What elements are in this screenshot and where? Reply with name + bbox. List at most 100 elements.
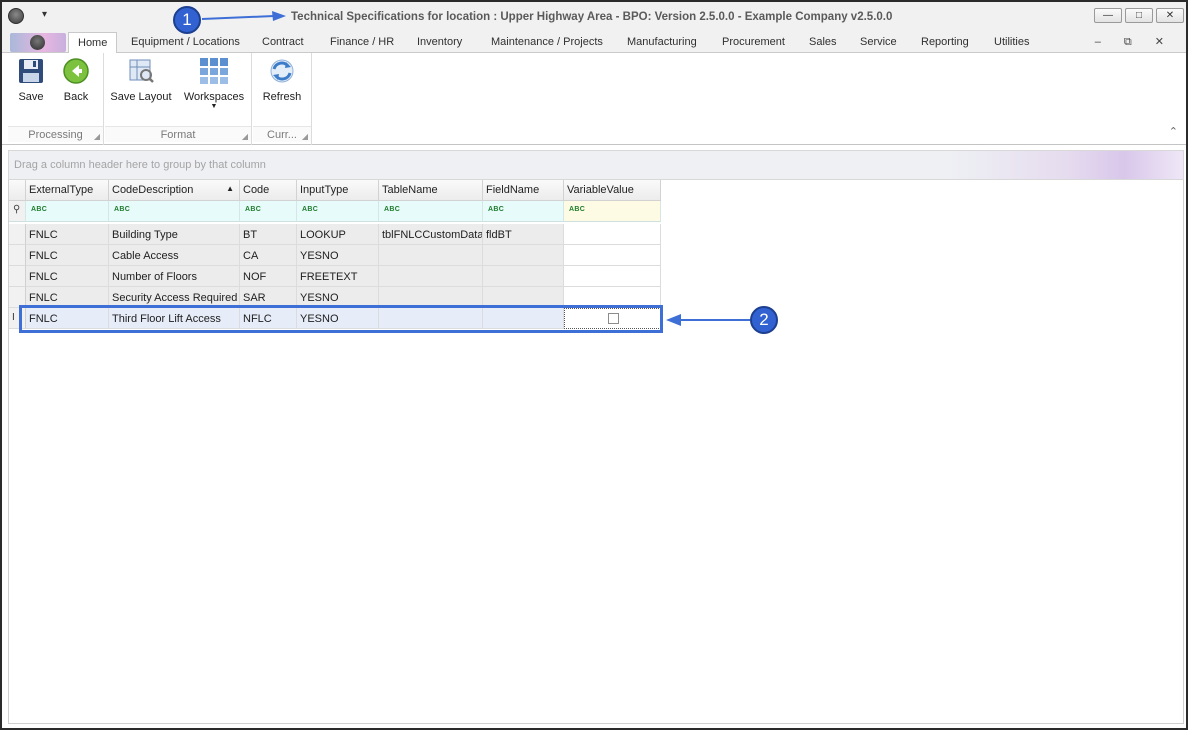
- filter-cell-inputtype[interactable]: ABC: [297, 201, 379, 222]
- save-layout-icon: [129, 59, 154, 83]
- cell-externaltype[interactable]: FNLC: [26, 266, 109, 287]
- cell-code[interactable]: BT: [240, 224, 297, 245]
- cell-code[interactable]: CA: [240, 245, 297, 266]
- tab-sales[interactable]: Sales: [809, 36, 837, 48]
- filter-cell-codedescription[interactable]: ABC: [109, 201, 240, 222]
- close-button[interactable]: ✕: [1156, 8, 1184, 23]
- back-button-label: Back: [63, 91, 89, 103]
- tab-procurement[interactable]: Procurement: [722, 36, 785, 48]
- ribbon-group-label-format: Format: [105, 126, 251, 142]
- filter-row-indicator: ⚲: [9, 201, 26, 222]
- cell-tablename[interactable]: [379, 245, 483, 266]
- back-icon: [63, 58, 89, 84]
- mdi-window-controls[interactable]: – ⧉ ✕: [1095, 35, 1174, 49]
- cell-externaltype[interactable]: FNLC: [26, 224, 109, 245]
- dialog-launcher-icon[interactable]: ◢: [94, 132, 100, 141]
- refresh-icon: [270, 59, 294, 83]
- dialog-launcher-icon[interactable]: ◢: [242, 132, 248, 141]
- cell-fieldname[interactable]: fldBT: [483, 224, 564, 245]
- ribbon-group-label-processing: Processing: [8, 126, 103, 142]
- window-title: Technical Specifications for location : …: [291, 11, 893, 23]
- save-layout-button[interactable]: Save Layout: [109, 57, 173, 103]
- cell-fieldname[interactable]: [483, 245, 564, 266]
- filter-pin-icon: ⚲: [13, 204, 21, 215]
- column-header-fieldname[interactable]: FieldName: [483, 180, 564, 201]
- filter-text-icon: ABC: [569, 206, 586, 213]
- ribbon-group-current: Refresh Curr... ◢: [253, 53, 312, 145]
- column-header-label: CodeDescription: [112, 184, 194, 196]
- filter-text-icon: ABC: [114, 206, 131, 213]
- filter-cell-fieldname[interactable]: ABC: [483, 201, 564, 222]
- app-logo-icon: [30, 35, 45, 50]
- ribbon-group-format: Save Layout Workspaces ▼ Format ◢: [105, 53, 252, 145]
- filter-text-icon: ABC: [245, 206, 262, 213]
- application-menu-button[interactable]: [10, 33, 66, 52]
- row-indicator[interactable]: [9, 245, 26, 266]
- column-header-codedescription[interactable]: CodeDescription ▲: [109, 180, 240, 201]
- table-row[interactable]: FNLC Number of Floors NOF FREETEXT: [9, 266, 661, 287]
- filter-cell-code[interactable]: ABC: [240, 201, 297, 222]
- annotation-highlight-box: [19, 305, 663, 333]
- tab-reporting[interactable]: Reporting: [921, 36, 969, 48]
- tab-utilities[interactable]: Utilities: [994, 36, 1029, 48]
- app-logo-icon[interactable]: [8, 8, 24, 24]
- refresh-button-label: Refresh: [262, 91, 302, 103]
- annotation-callout-1: 1: [173, 6, 201, 34]
- app-window: ▾ Technical Specifications for location …: [0, 0, 1188, 730]
- back-button[interactable]: Back: [58, 57, 94, 103]
- row-indicator[interactable]: [9, 266, 26, 287]
- dropdown-arrow-icon: ▼: [210, 103, 218, 110]
- filter-text-icon: ABC: [302, 206, 319, 213]
- tab-manufacturing[interactable]: Manufacturing: [627, 36, 697, 48]
- filter-cell-tablename[interactable]: ABC: [379, 201, 483, 222]
- minimize-button[interactable]: —: [1094, 8, 1122, 23]
- ribbon-tab-row: Home Equipment / Locations Contract Fina…: [2, 32, 1186, 54]
- save-icon: [19, 59, 43, 83]
- cell-inputtype[interactable]: FREETEXT: [297, 266, 379, 287]
- filter-text-icon: ABC: [488, 206, 505, 213]
- cell-codedescription[interactable]: Number of Floors: [109, 266, 240, 287]
- cell-fieldname[interactable]: [483, 266, 564, 287]
- filter-cell-variablevalue[interactable]: ABC: [564, 201, 661, 222]
- cell-variablevalue[interactable]: [564, 266, 661, 287]
- column-header-variablevalue[interactable]: VariableValue: [564, 180, 661, 201]
- cell-inputtype[interactable]: YESNO: [297, 245, 379, 266]
- cell-tablename[interactable]: [379, 266, 483, 287]
- filter-cell-externaltype[interactable]: ABC: [26, 201, 109, 222]
- save-button-label: Save: [18, 91, 44, 103]
- save-layout-button-label: Save Layout: [110, 91, 172, 103]
- collapse-ribbon-icon[interactable]: ⌃: [1169, 125, 1178, 138]
- table-row[interactable]: FNLC Building Type BT LOOKUP tblFNLCCust…: [9, 224, 661, 245]
- workspaces-button[interactable]: Workspaces ▼: [183, 57, 245, 111]
- tab-finance-hr[interactable]: Finance / HR: [330, 36, 394, 48]
- tab-home[interactable]: Home: [68, 32, 118, 54]
- tab-equipment-locations[interactable]: Equipment / Locations: [131, 36, 240, 48]
- cell-inputtype[interactable]: LOOKUP: [297, 224, 379, 245]
- column-header-code[interactable]: Code: [240, 180, 297, 201]
- cell-tablename[interactable]: tblFNLCCustomData: [379, 224, 483, 245]
- table-row[interactable]: FNLC Cable Access CA YESNO: [9, 245, 661, 266]
- cell-variablevalue[interactable]: [564, 224, 661, 245]
- data-grid: ExternalType CodeDescription ▲ Code Inpu…: [8, 180, 1184, 724]
- column-header-inputtype[interactable]: InputType: [297, 180, 379, 201]
- cell-variablevalue[interactable]: [564, 245, 661, 266]
- row-indicator[interactable]: [9, 224, 26, 245]
- cell-externaltype[interactable]: FNLC: [26, 245, 109, 266]
- cell-code[interactable]: NOF: [240, 266, 297, 287]
- cell-codedescription[interactable]: Building Type: [109, 224, 240, 245]
- filter-text-icon: ABC: [31, 206, 48, 213]
- tab-inventory[interactable]: Inventory: [417, 36, 462, 48]
- tab-maintenance-projects[interactable]: Maintenance / Projects: [491, 36, 603, 48]
- dialog-launcher-icon[interactable]: ◢: [302, 132, 308, 141]
- refresh-button[interactable]: Refresh: [259, 57, 305, 103]
- cell-codedescription[interactable]: Cable Access: [109, 245, 240, 266]
- quick-access-dropdown-icon[interactable]: ▾: [42, 9, 47, 20]
- column-header-tablename[interactable]: TableName: [379, 180, 483, 201]
- maximize-button[interactable]: □: [1125, 8, 1153, 23]
- save-button[interactable]: Save: [14, 57, 48, 103]
- column-header-externaltype[interactable]: ExternalType: [26, 180, 109, 201]
- tab-service[interactable]: Service: [860, 36, 897, 48]
- workspaces-button-label: Workspaces: [183, 91, 245, 103]
- group-by-panel[interactable]: Drag a column header here to group by th…: [8, 150, 1184, 180]
- tab-contract[interactable]: Contract: [262, 36, 304, 48]
